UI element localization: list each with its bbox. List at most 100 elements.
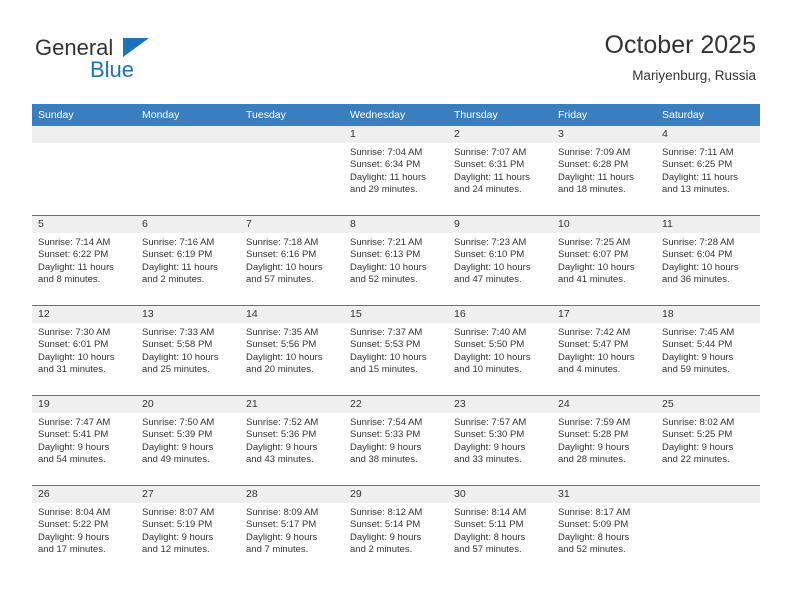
day-cell-inner[interactable]: 13 Sunrise: 7:33 AM Sunset: 5:58 PM Dayligh… bbox=[136, 306, 240, 395]
day-cell-inner[interactable]: 31 Sunrise: 8:17 AM Sunset: 5:09 PM Dayligh… bbox=[552, 486, 656, 575]
calendar-day-cell: 11 Sunrise: 7:28 AM Sunset: 6:04 PM Dayligh… bbox=[656, 215, 760, 306]
day-cell-inner[interactable]: 27 Sunrise: 8:07 AM Sunset: 5:19 PM Dayligh… bbox=[136, 486, 240, 575]
day-details: Sunrise: 7:50 AM Sunset: 5:39 PM Daylight:… bbox=[136, 413, 240, 466]
day-number: 28 bbox=[240, 486, 344, 503]
day-details: Sunrise: 7:18 AM Sunset: 6:16 PM Daylight:… bbox=[240, 233, 344, 286]
generalblue-logo[interactable]: General Blue bbox=[35, 36, 195, 88]
day-cell-inner bbox=[136, 126, 240, 215]
day-cell-inner[interactable]: 19 Sunrise: 7:47 AM Sunset: 5:41 PM Dayligh… bbox=[32, 396, 136, 485]
sunset-text: Sunset: 5:14 PM bbox=[350, 519, 421, 531]
sunrise-text: Sunrise: 7:35 AM bbox=[246, 327, 319, 338]
day-cell-inner[interactable]: 7 Sunrise: 7:18 AM Sunset: 6:16 PM Daylight… bbox=[240, 216, 344, 305]
daylight-text-line1: Daylight: 9 hours bbox=[142, 531, 214, 543]
sunrise-text: Sunrise: 7:23 AM bbox=[454, 237, 527, 248]
day-cell-inner[interactable]: 22 Sunrise: 7:54 AM Sunset: 5:33 PM Dayligh… bbox=[344, 396, 448, 485]
calendar-day-cell: 24 Sunrise: 7:59 AM Sunset: 5:28 PM Dayligh… bbox=[552, 395, 656, 486]
daylight-text-line2: and 4 minutes. bbox=[558, 363, 621, 375]
daylight-text-line1: Daylight: 9 hours bbox=[246, 531, 318, 543]
sunrise-text: Sunrise: 8:17 AM bbox=[558, 507, 631, 518]
calendar-day-cell: 18 Sunrise: 7:45 AM Sunset: 5:44 PM Dayligh… bbox=[656, 305, 760, 396]
day-details: Sunrise: 7:57 AM Sunset: 5:30 PM Daylight:… bbox=[448, 413, 552, 466]
day-cell-inner[interactable]: 3 Sunrise: 7:09 AM Sunset: 6:28 PM Daylight… bbox=[552, 126, 656, 215]
day-cell-inner[interactable]: 28 Sunrise: 8:09 AM Sunset: 5:17 PM Dayligh… bbox=[240, 486, 344, 575]
weekday-header-thursday: Thursday bbox=[448, 104, 552, 126]
day-cell-inner[interactable]: 12 Sunrise: 7:30 AM Sunset: 6:01 PM Dayligh… bbox=[32, 306, 136, 395]
sunset-text: Sunset: 5:36 PM bbox=[246, 429, 317, 441]
sunrise-text: Sunrise: 7:54 AM bbox=[350, 417, 423, 428]
day-number-band bbox=[136, 126, 240, 143]
day-details: Sunrise: 8:04 AM Sunset: 5:22 PM Daylight:… bbox=[32, 503, 136, 556]
day-details: Sunrise: 7:28 AM Sunset: 6:04 PM Daylight:… bbox=[656, 233, 760, 286]
daylight-text-line1: Daylight: 10 hours bbox=[454, 351, 531, 363]
day-cell-inner[interactable]: 11 Sunrise: 7:28 AM Sunset: 6:04 PM Dayligh… bbox=[656, 216, 760, 305]
day-number: 16 bbox=[448, 306, 552, 323]
sunset-text: Sunset: 5:44 PM bbox=[662, 339, 733, 351]
daylight-text-line1: Daylight: 10 hours bbox=[558, 351, 635, 363]
day-cell-inner bbox=[32, 126, 136, 215]
day-cell-inner[interactable]: 1 Sunrise: 7:04 AM Sunset: 6:34 PM Daylight… bbox=[344, 126, 448, 215]
day-cell-inner[interactable]: 17 Sunrise: 7:42 AM Sunset: 5:47 PM Dayligh… bbox=[552, 306, 656, 395]
calendar-day-cell: 20 Sunrise: 7:50 AM Sunset: 5:39 PM Dayligh… bbox=[136, 395, 240, 486]
day-cell-inner[interactable]: 10 Sunrise: 7:25 AM Sunset: 6:07 PM Dayligh… bbox=[552, 216, 656, 305]
daylight-text-line2: and 13 minutes. bbox=[662, 183, 730, 195]
day-number: 22 bbox=[344, 396, 448, 413]
daylight-text-line2: and 7 minutes. bbox=[246, 543, 309, 555]
day-cell-inner[interactable]: 4 Sunrise: 7:11 AM Sunset: 6:25 PM Daylight… bbox=[656, 126, 760, 215]
day-cell-inner[interactable]: 6 Sunrise: 7:16 AM Sunset: 6:19 PM Daylight… bbox=[136, 216, 240, 305]
daylight-text-line2: and 57 minutes. bbox=[246, 273, 314, 285]
daylight-text-line2: and 22 minutes. bbox=[662, 453, 730, 465]
day-details: Sunrise: 7:09 AM Sunset: 6:28 PM Daylight:… bbox=[552, 143, 656, 196]
day-cell-inner[interactable]: 8 Sunrise: 7:21 AM Sunset: 6:13 PM Daylight… bbox=[344, 216, 448, 305]
day-cell-inner[interactable]: 26 Sunrise: 8:04 AM Sunset: 5:22 PM Dayligh… bbox=[32, 486, 136, 575]
day-cell-inner[interactable]: 30 Sunrise: 8:14 AM Sunset: 5:11 PM Dayligh… bbox=[448, 486, 552, 575]
day-cell-inner[interactable]: 5 Sunrise: 7:14 AM Sunset: 6:22 PM Daylight… bbox=[32, 216, 136, 305]
daylight-text-line1: Daylight: 10 hours bbox=[662, 261, 739, 273]
day-number-band bbox=[656, 486, 760, 503]
day-details: Sunrise: 7:21 AM Sunset: 6:13 PM Daylight:… bbox=[344, 233, 448, 286]
daylight-text-line1: Daylight: 10 hours bbox=[246, 351, 323, 363]
calendar-day-cell-empty bbox=[240, 126, 344, 216]
sunset-text: Sunset: 5:28 PM bbox=[558, 429, 629, 441]
day-cell-inner[interactable]: 9 Sunrise: 7:23 AM Sunset: 6:10 PM Daylight… bbox=[448, 216, 552, 305]
daylight-text-line1: Daylight: 11 hours bbox=[142, 261, 218, 273]
calendar-day-cell: 21 Sunrise: 7:52 AM Sunset: 5:36 PM Dayligh… bbox=[240, 395, 344, 486]
day-number: 10 bbox=[552, 216, 656, 233]
day-cell-inner[interactable]: 16 Sunrise: 7:40 AM Sunset: 5:50 PM Dayligh… bbox=[448, 306, 552, 395]
daylight-text-line1: Daylight: 8 hours bbox=[558, 531, 630, 543]
calendar-day-cell: 23 Sunrise: 7:57 AM Sunset: 5:30 PM Dayligh… bbox=[448, 395, 552, 486]
calendar-day-cell: 10 Sunrise: 7:25 AM Sunset: 6:07 PM Dayligh… bbox=[552, 215, 656, 306]
sunrise-text: Sunrise: 7:14 AM bbox=[38, 237, 111, 248]
sunset-text: Sunset: 6:22 PM bbox=[38, 249, 109, 261]
day-number: 2 bbox=[448, 126, 552, 143]
daylight-text-line2: and 8 minutes. bbox=[38, 273, 101, 285]
calendar-day-cell: 28 Sunrise: 8:09 AM Sunset: 5:17 PM Dayligh… bbox=[240, 485, 344, 575]
day-cell-inner[interactable]: 24 Sunrise: 7:59 AM Sunset: 5:28 PM Dayligh… bbox=[552, 396, 656, 485]
day-cell-inner[interactable]: 25 Sunrise: 8:02 AM Sunset: 5:25 PM Dayligh… bbox=[656, 396, 760, 485]
day-details: Sunrise: 8:17 AM Sunset: 5:09 PM Daylight:… bbox=[552, 503, 656, 556]
daylight-text-line2: and 47 minutes. bbox=[454, 273, 522, 285]
sunrise-text: Sunrise: 7:21 AM bbox=[350, 237, 423, 248]
day-cell-inner bbox=[240, 126, 344, 215]
daylight-text-line1: Daylight: 9 hours bbox=[38, 441, 110, 453]
sunset-text: Sunset: 5:39 PM bbox=[142, 429, 213, 441]
day-number: 27 bbox=[136, 486, 240, 503]
day-cell-inner[interactable]: 14 Sunrise: 7:35 AM Sunset: 5:56 PM Dayligh… bbox=[240, 306, 344, 395]
day-cell-inner[interactable]: 15 Sunrise: 7:37 AM Sunset: 5:53 PM Dayligh… bbox=[344, 306, 448, 395]
day-cell-inner[interactable]: 29 Sunrise: 8:12 AM Sunset: 5:14 PM Dayligh… bbox=[344, 486, 448, 575]
day-details: Sunrise: 7:33 AM Sunset: 5:58 PM Daylight:… bbox=[136, 323, 240, 376]
calendar-day-cell: 17 Sunrise: 7:42 AM Sunset: 5:47 PM Dayligh… bbox=[552, 305, 656, 396]
day-details: Sunrise: 7:59 AM Sunset: 5:28 PM Daylight:… bbox=[552, 413, 656, 466]
day-cell-inner[interactable]: 21 Sunrise: 7:52 AM Sunset: 5:36 PM Dayligh… bbox=[240, 396, 344, 485]
day-details: Sunrise: 7:47 AM Sunset: 5:41 PM Daylight:… bbox=[32, 413, 136, 466]
day-details: Sunrise: 8:02 AM Sunset: 5:25 PM Daylight:… bbox=[656, 413, 760, 466]
day-cell-inner[interactable]: 2 Sunrise: 7:07 AM Sunset: 6:31 PM Daylight… bbox=[448, 126, 552, 215]
day-cell-inner[interactable]: 23 Sunrise: 7:57 AM Sunset: 5:30 PM Dayligh… bbox=[448, 396, 552, 485]
sunrise-text: Sunrise: 8:04 AM bbox=[38, 507, 111, 518]
day-details: Sunrise: 8:12 AM Sunset: 5:14 PM Daylight:… bbox=[344, 503, 448, 556]
daylight-text-line1: Daylight: 9 hours bbox=[662, 441, 734, 453]
day-cell-inner[interactable]: 20 Sunrise: 7:50 AM Sunset: 5:39 PM Dayligh… bbox=[136, 396, 240, 485]
sunrise-text: Sunrise: 7:57 AM bbox=[454, 417, 527, 428]
sunrise-text: Sunrise: 7:25 AM bbox=[558, 237, 631, 248]
weekday-header-row: Sunday Monday Tuesday Wednesday Thursday Frid… bbox=[32, 104, 760, 126]
day-cell-inner[interactable]: 18 Sunrise: 7:45 AM Sunset: 5:44 PM Dayligh… bbox=[656, 306, 760, 395]
